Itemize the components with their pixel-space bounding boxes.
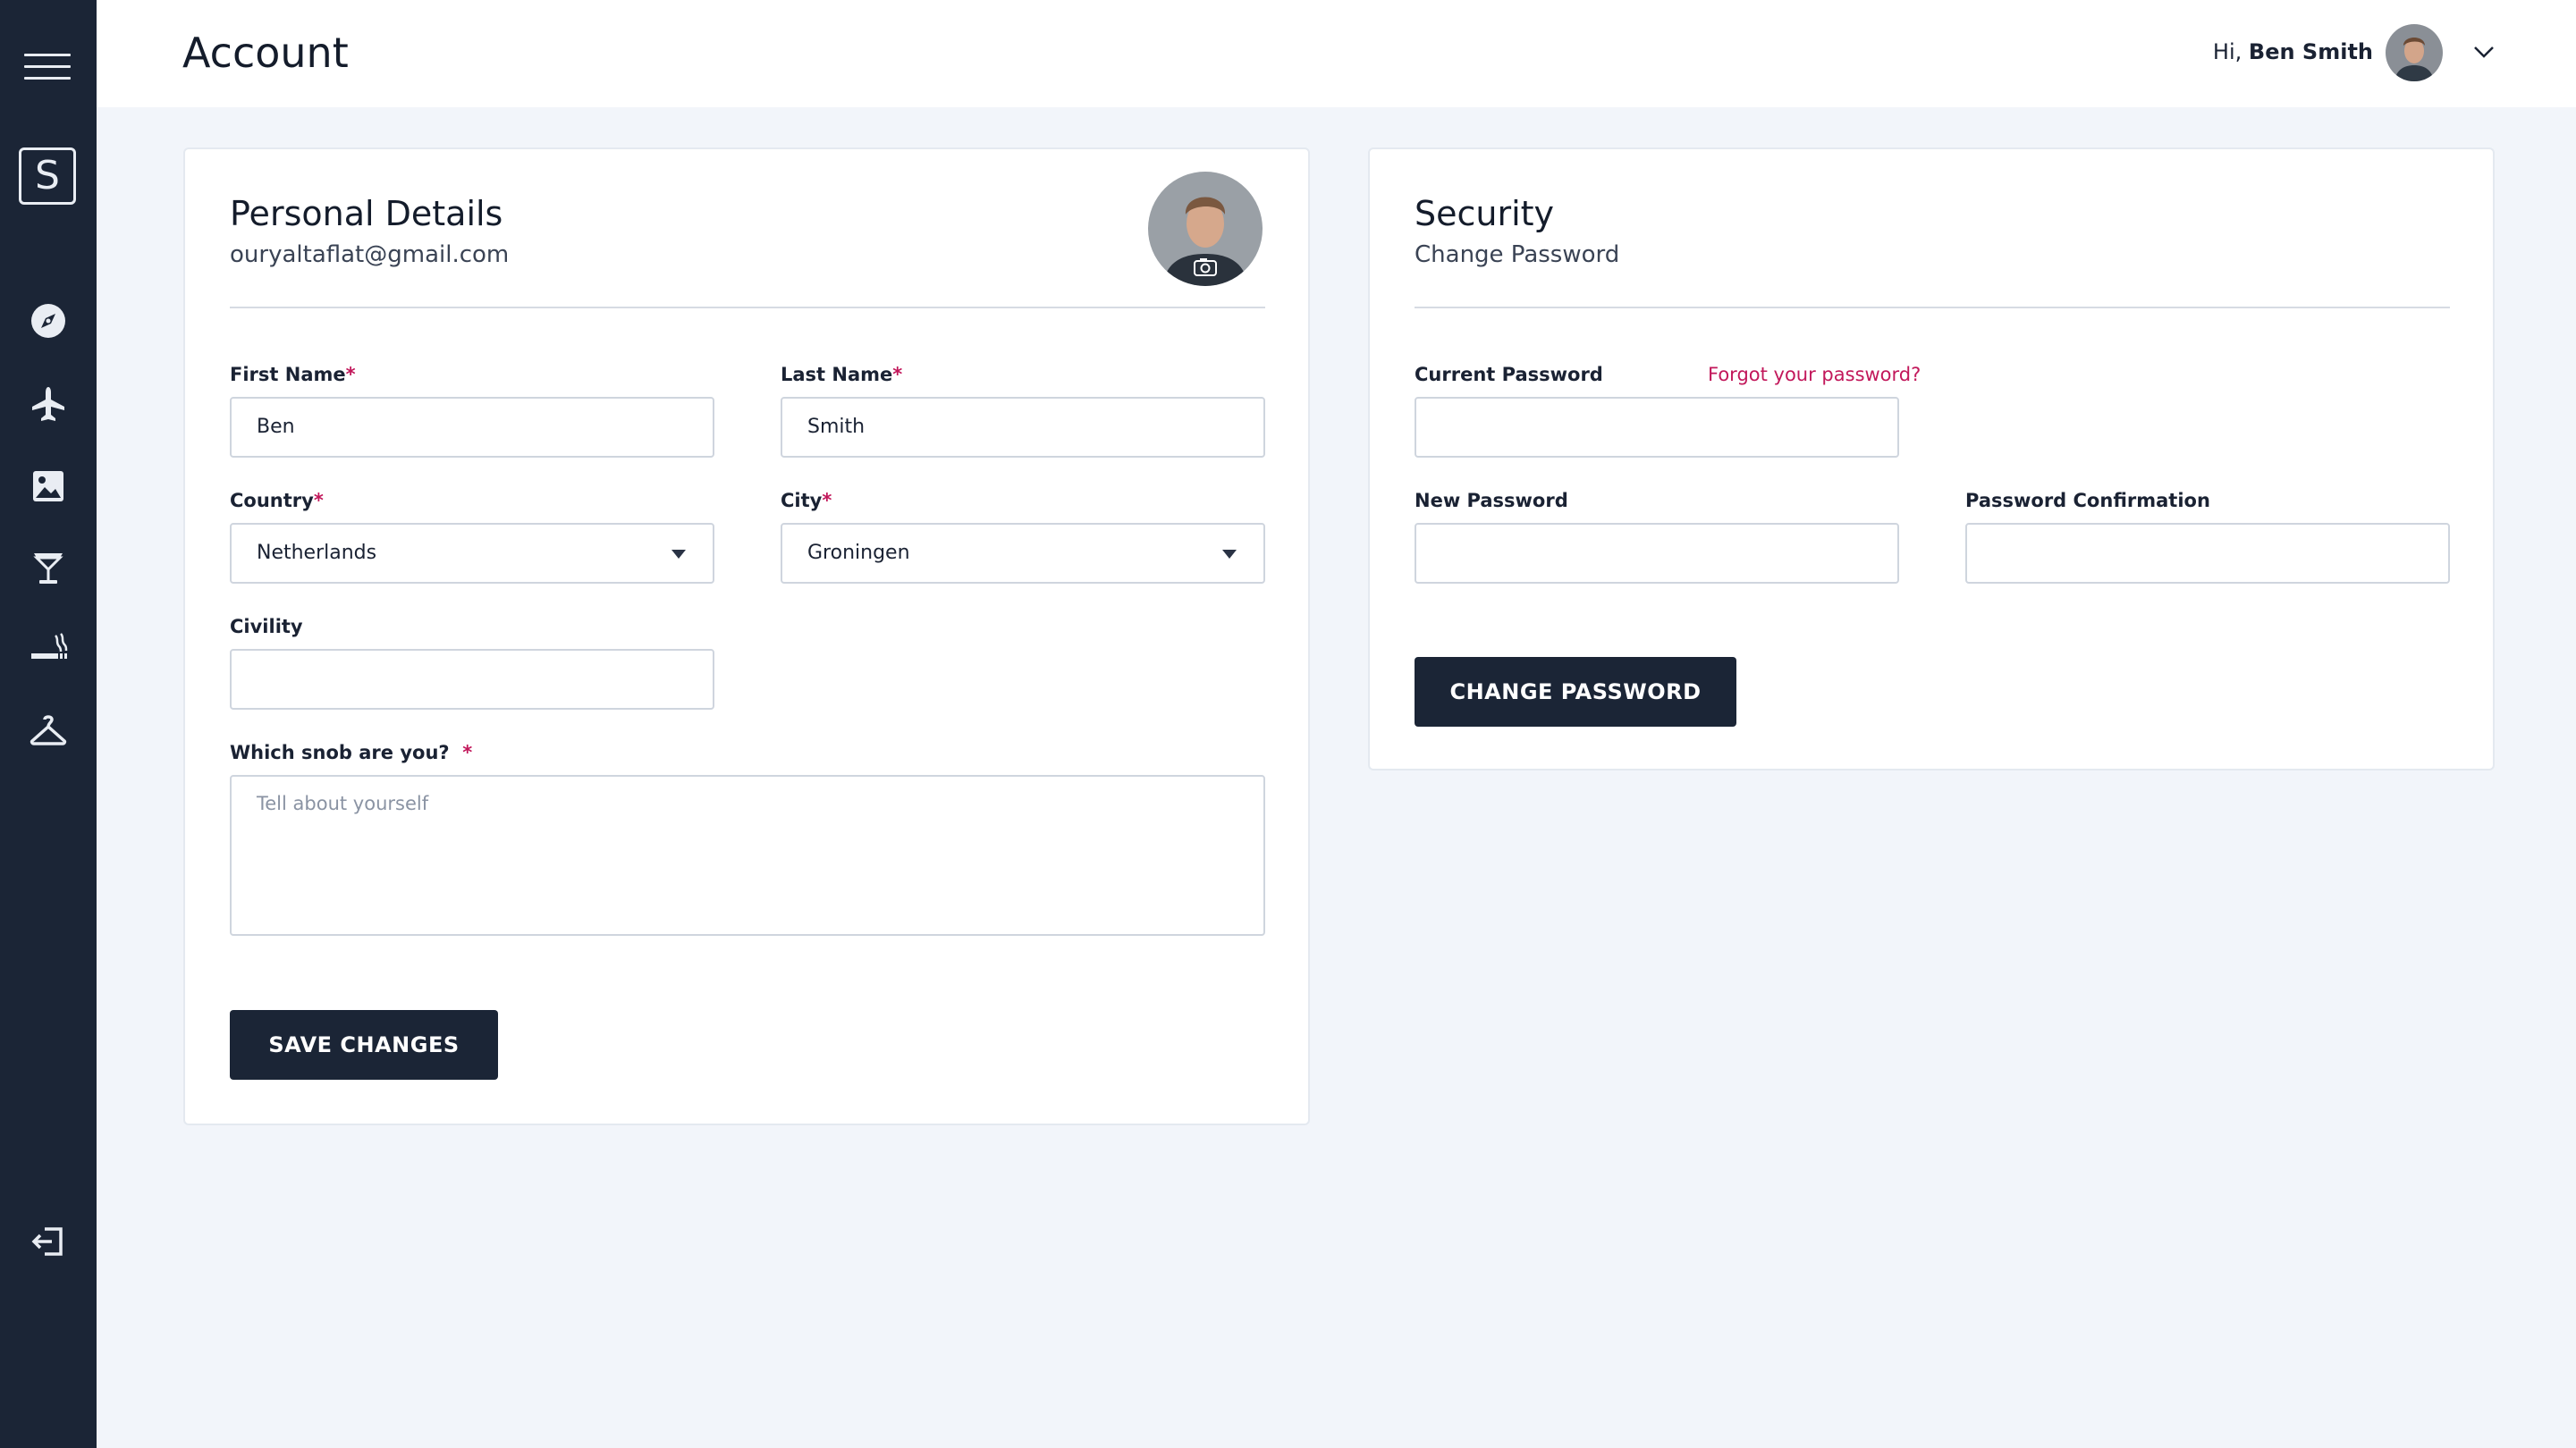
menu-icon[interactable] [24,54,71,80]
current-password-label: Current Password [1415,364,1603,385]
new-password-label: New Password [1415,490,1568,511]
country-label: Country* [230,490,324,511]
required-mark: * [462,742,473,763]
cocktail-icon[interactable] [29,548,68,587]
civility-field[interactable] [230,649,714,710]
logout-icon[interactable] [29,1222,68,1261]
personal-details-card: Personal Details ouryaltaflat@gmail.com … [183,147,1310,1125]
required-mark: * [892,364,903,385]
hanger-icon[interactable] [29,711,68,750]
country-value: Netherlands [257,542,377,564]
last-name-label: Last Name* [781,364,902,385]
current-password-field[interactable] [1415,397,1899,458]
image-icon[interactable] [29,467,68,506]
sidebar: S [0,0,97,1448]
section-divider [230,307,1265,308]
dropdown-caret-icon [1222,550,1237,559]
city-label: City* [781,490,832,511]
password-confirmation-field[interactable] [1965,523,2450,584]
security-subtitle: Change Password [1415,241,1620,268]
snob-label: Which snob are you? * [230,742,472,763]
city-value: Groningen [807,542,910,564]
top-bar: Account Hi, Ben Smith [97,0,2576,107]
dropdown-caret-icon [671,550,686,559]
save-changes-button[interactable]: SAVE CHANGES [230,1010,498,1080]
required-mark: * [345,364,356,385]
city-label-text: City [781,490,823,511]
user-name: Ben Smith [2248,39,2373,64]
page-title: Account [182,29,349,77]
greeting-prefix: Hi, [2212,39,2249,64]
change-password-button[interactable]: CHANGE PASSWORD [1415,657,1736,727]
country-label-text: Country [230,490,314,511]
logo: S [19,147,76,205]
first-name-label: First Name* [230,364,356,385]
cigar-icon[interactable] [29,628,68,668]
first-name-field[interactable]: Ben [230,397,714,458]
last-name-field[interactable]: Smith [781,397,1265,458]
city-select[interactable]: Groningen [781,523,1265,584]
country-select[interactable]: Netherlands [230,523,714,584]
forgot-password-link[interactable]: Forgot your password? [1708,364,1921,385]
snob-label-text: Which snob are you? [230,742,450,763]
required-mark: * [822,490,832,511]
security-title: Security [1415,194,1555,233]
user-greeting: Hi, Ben Smith [2213,39,2373,64]
avatar[interactable] [2386,24,2443,81]
profile-photo[interactable] [1148,172,1263,286]
last-name-label-text: Last Name [781,364,893,385]
personal-details-title: Personal Details [230,194,503,233]
first-name-label-text: First Name [230,364,346,385]
civility-label: Civility [230,616,303,637]
airplane-icon[interactable] [29,384,68,424]
chevron-down-icon[interactable] [2472,43,2496,61]
password-confirmation-label: Password Confirmation [1965,490,2210,511]
about-textarea[interactable]: Tell about yourself [230,775,1265,936]
account-email: ouryaltaflat@gmail.com [230,241,510,268]
new-password-field[interactable] [1415,523,1899,584]
required-mark: * [313,490,324,511]
section-divider [1415,307,2450,308]
security-card: Security Change Password Current Passwor… [1368,147,2495,770]
compass-icon[interactable] [29,301,68,341]
